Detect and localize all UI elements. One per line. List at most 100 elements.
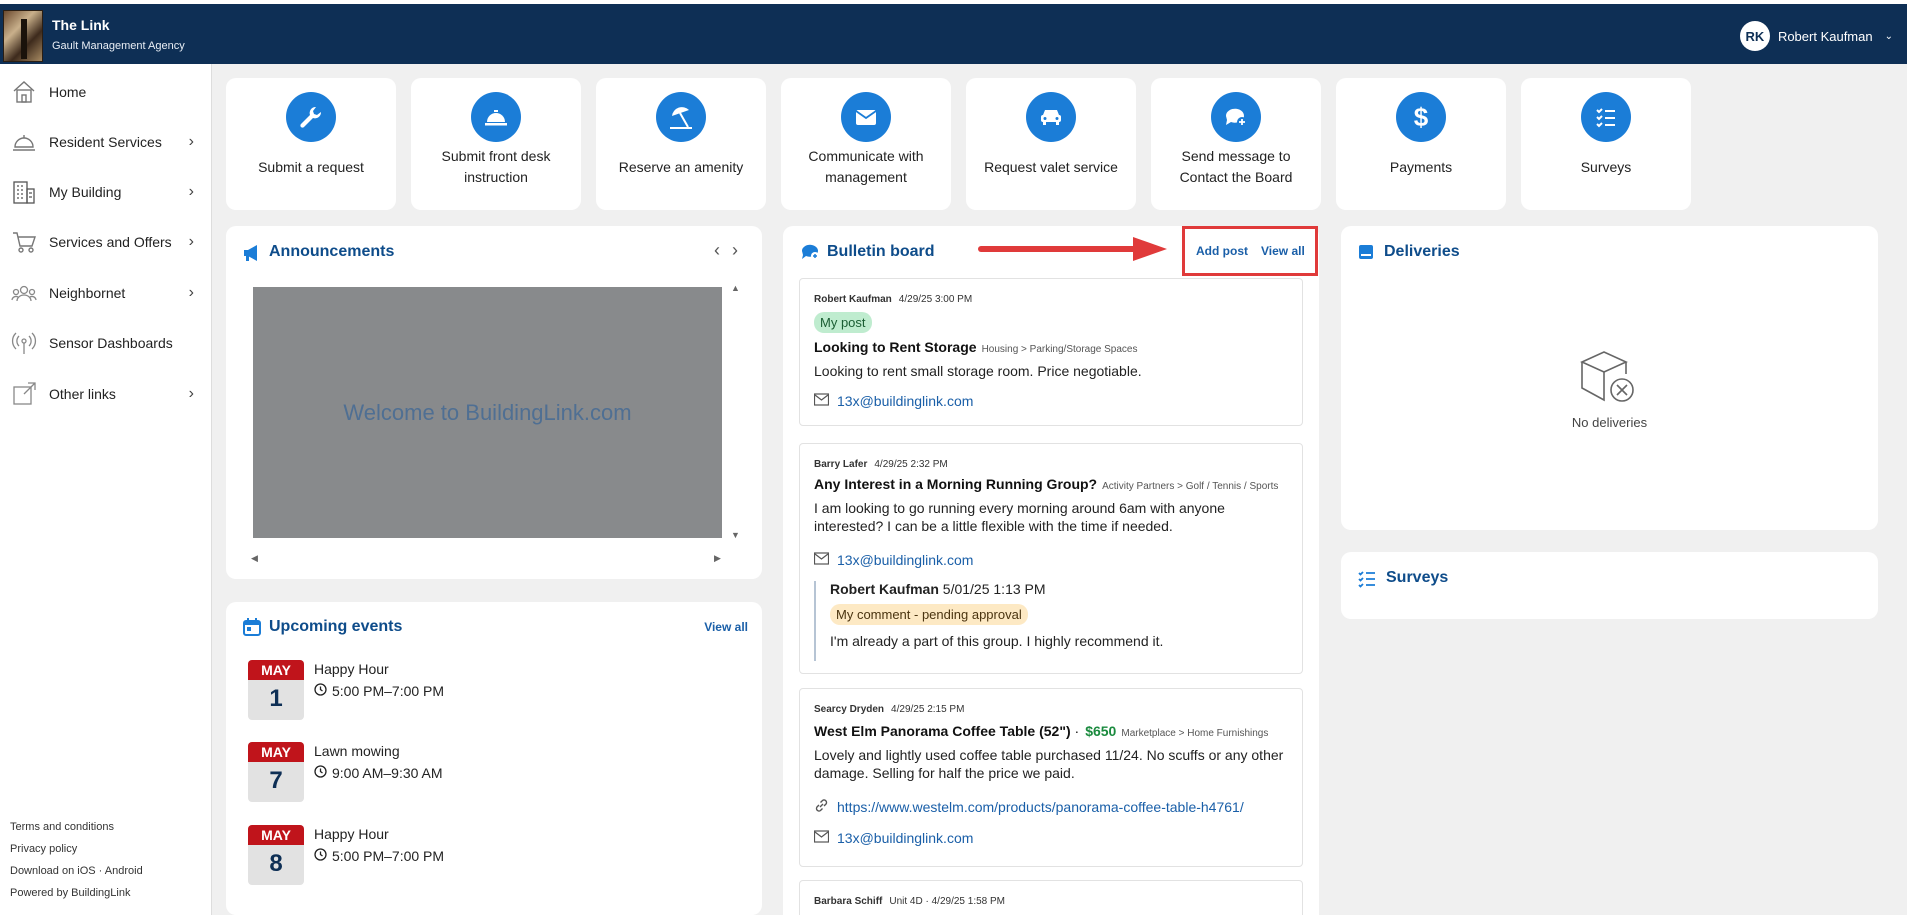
sidebar-item-neighbornet[interactable]: Neighbornet › <box>0 273 212 313</box>
bulletin-post[interactable]: Barbara Schiff Unit 4D · 4/29/25 1:58 PM <box>799 880 1303 915</box>
tile-label: Payments <box>1389 158 1453 175</box>
envelope-icon <box>841 92 891 142</box>
sidebar-item-home[interactable]: Home <box>0 72 212 112</box>
clock-icon <box>314 765 327 781</box>
scroll-left-icon[interactable]: ◀ <box>251 553 258 564</box>
chevron-right-icon: › <box>188 133 194 150</box>
sidebar-item-services-offers[interactable]: Services and Offers › <box>0 222 212 262</box>
post-url[interactable]: https://www.westelm.com/products/panoram… <box>814 798 1244 816</box>
scroll-right-icon[interactable]: ▶ <box>714 553 721 564</box>
sidebar-item-resident-services[interactable]: Resident Services › <box>0 122 212 162</box>
package-icon <box>1358 244 1374 265</box>
post-email[interactable]: 13x@buildinglink.com <box>813 552 973 568</box>
sidebar-item-label: Home <box>49 84 87 100</box>
sidebar-item-other-links[interactable]: Other links › <box>0 374 212 414</box>
external-link-icon <box>10 380 38 408</box>
post-comment: Robert Kaufman 5/01/25 1:13 PM My commen… <box>814 581 1294 661</box>
surveys-card: Surveys <box>1341 552 1878 619</box>
tile-label: Submit a request <box>258 158 364 175</box>
post-body: Looking to rent small storage room. Pric… <box>814 363 1142 379</box>
user-menu[interactable]: RK Robert Kaufman ⌄ <box>1739 21 1893 51</box>
privacy-link[interactable]: Privacy policy <box>10 838 143 860</box>
post-email[interactable]: 13x@buildinglink.com <box>813 393 973 409</box>
chevron-left-icon[interactable]: ‹ <box>714 240 720 261</box>
post-date: 4/29/25 1:58 PM <box>931 896 1005 907</box>
post-author: Barry Lafer <box>814 459 868 470</box>
tile-front-desk-instruction[interactable]: Submit front desk instruction <box>411 78 581 210</box>
annotation-highlight-box <box>1182 226 1318 276</box>
building-icon <box>10 178 38 206</box>
chevron-right-icon: › <box>188 183 194 200</box>
event-date: MAY 7 <box>248 742 304 802</box>
sidebar: Home Resident Services › My Building › S… <box>0 64 212 915</box>
post-email-text: 13x@buildinglink.com <box>837 830 974 846</box>
post-category: Marketplace > Home Furnishings <box>1121 728 1269 739</box>
post-url-text: https://www.westelm.com/products/panoram… <box>837 799 1244 815</box>
post-date: 4/29/25 3:00 PM <box>898 294 973 305</box>
announcement-slide[interactable]: Welcome to BuildingLink.com <box>253 287 722 538</box>
bulletin-post[interactable]: Searcy Dryden 4/29/25 2:15 PM West Elm Pa… <box>799 688 1303 867</box>
event-day: 7 <box>269 767 283 794</box>
comment-date: 5/01/25 1:13 PM <box>942 581 1046 597</box>
envelope-icon <box>813 830 830 846</box>
events-view-all-link[interactable]: View all <box>704 620 748 634</box>
building-logo[interactable] <box>3 10 43 62</box>
post-category: Housing > Parking/Storage Spaces <box>981 344 1138 355</box>
clock-icon <box>314 848 327 864</box>
announcements-card: Announcements ‹ › Welcome to BuildingLin… <box>226 226 762 579</box>
tile-reserve-amenity[interactable]: Reserve an amenity <box>596 78 766 210</box>
download-link[interactable]: Download on iOS · Android <box>10 860 143 882</box>
post-meta: Searcy Dryden 4/29/25 2:15 PM <box>814 704 964 715</box>
tile-contact-board[interactable]: Send message to Contact the Board <box>1151 78 1321 210</box>
chevron-right-icon: › <box>188 385 194 402</box>
tile-submit-request[interactable]: Submit a request <box>226 78 396 210</box>
event-title: Lawn mowing <box>314 743 400 759</box>
event-item[interactable]: MAY 7 Lawn mowing 9:00 AM–9:30 AM <box>248 742 728 802</box>
chevron-right-icon[interactable]: › <box>732 240 738 261</box>
home-icon <box>10 78 38 106</box>
tile-surveys[interactable]: Surveys <box>1521 78 1691 210</box>
sidebar-item-my-building[interactable]: My Building › <box>0 172 212 212</box>
event-item[interactable]: MAY 8 Happy Hour 5:00 PM–7:00 PM <box>248 825 728 885</box>
envelope-icon <box>813 393 830 409</box>
agency-name: Gault Management Agency <box>52 40 185 52</box>
tile-label: Surveys <box>1580 158 1632 175</box>
wrench-icon <box>286 92 336 142</box>
events-card: Upcoming events View all MAY 1 Happy Hou… <box>226 602 762 915</box>
bulletin-post[interactable]: Robert Kaufman 4/29/25 3:00 PM My post Lo… <box>799 278 1303 426</box>
people-icon <box>10 279 38 307</box>
terms-link[interactable]: Terms and conditions <box>10 816 143 838</box>
tile-payments[interactable]: $ Payments <box>1336 78 1506 210</box>
bulletin-post[interactable]: Barry Lafer 4/29/25 2:32 PM Any Interest … <box>799 443 1303 674</box>
scroll-up-icon[interactable]: ▲ <box>731 283 740 293</box>
post-title-text: Any Interest in a Morning Running Group? <box>814 476 1098 492</box>
event-time: 5:00 PM–7:00 PM <box>314 683 444 699</box>
event-time-text: 5:00 PM–7:00 PM <box>332 848 445 864</box>
sidebar-item-sensor-dashboards[interactable]: Sensor Dashboards <box>0 323 212 363</box>
post-unit: Unit 4D <box>889 896 923 907</box>
sensor-icon <box>10 329 38 357</box>
sidebar-item-label: Neighbornet <box>49 285 126 301</box>
tile-label: Communicate with management <box>808 148 924 185</box>
checklist-icon <box>1581 92 1631 142</box>
event-item[interactable]: MAY 1 Happy Hour 5:00 PM–7:00 PM <box>248 660 728 720</box>
scroll-down-icon[interactable]: ▼ <box>731 530 740 540</box>
sidebar-item-label: Resident Services <box>49 134 162 150</box>
sidebar-item-label: Other links <box>49 386 116 402</box>
tile-request-valet[interactable]: Request valet service <box>966 78 1136 210</box>
user-name: Robert Kaufman <box>1777 28 1873 44</box>
tile-communicate-management[interactable]: Communicate with management <box>781 78 951 210</box>
post-email[interactable]: 13x@buildinglink.com <box>813 830 974 846</box>
event-month: MAY <box>248 742 304 762</box>
post-body: I am looking to go running every morning… <box>814 500 1225 534</box>
event-time: 5:00 PM–7:00 PM <box>314 848 444 864</box>
umbrella-beach-icon <box>656 92 706 142</box>
link-icon <box>814 798 829 816</box>
event-day: 8 <box>269 850 283 877</box>
deliveries-title: Deliveries <box>1384 243 1460 260</box>
tile-label: Reserve an amenity <box>618 158 744 175</box>
app-name: The Link <box>52 17 110 33</box>
service-bell-icon <box>471 92 521 142</box>
post-category: Activity Partners > Golf / Tennis / Spor… <box>1102 481 1279 492</box>
car-icon <box>1026 92 1076 142</box>
